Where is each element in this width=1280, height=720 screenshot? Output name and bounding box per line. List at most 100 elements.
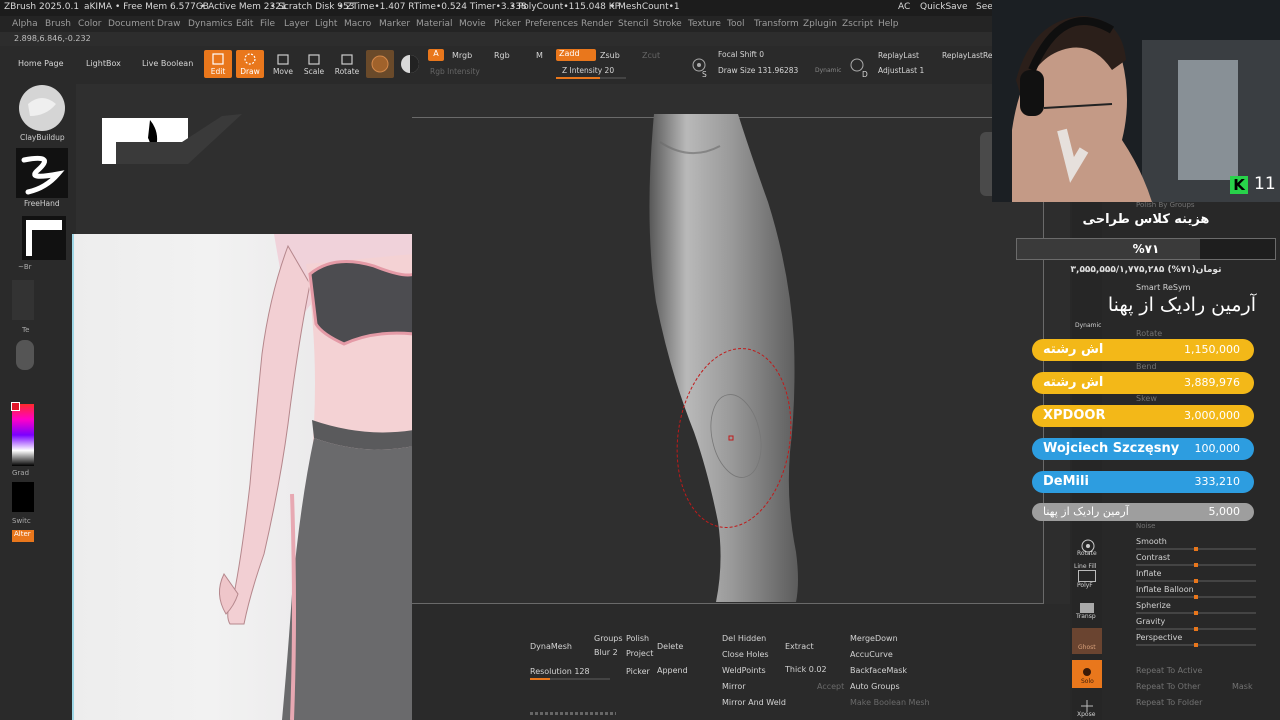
xpose-icon[interactable] — [1078, 698, 1096, 712]
menu-item-document[interactable]: Document — [108, 19, 155, 29]
stroke-thumbnail[interactable] — [16, 148, 68, 198]
groups-toggle[interactable]: Groups — [594, 634, 623, 643]
menu-item-brush[interactable]: Brush — [45, 19, 71, 29]
deform-spherize[interactable]: Spherize — [1136, 601, 1171, 610]
dynamic-toggle[interactable]: Dynamic — [815, 67, 841, 74]
edit-button[interactable]: Edit — [204, 50, 232, 78]
polish-by-groups[interactable]: Polish By Groups — [1136, 201, 1195, 209]
secondary-color-swatch[interactable] — [12, 482, 34, 512]
weld-points-button[interactable]: WeldPoints — [722, 666, 766, 675]
quicksave-button[interactable]: QuickSave — [920, 2, 968, 12]
menu-item-material[interactable]: Material — [416, 19, 453, 29]
deform-inflate[interactable]: Inflate — [1136, 569, 1161, 578]
rgb-intensity-slider[interactable]: Rgb Intensity — [430, 67, 480, 76]
deform-inflate-balloon[interactable]: Inflate Balloon — [1136, 585, 1194, 594]
picker-button[interactable]: Picker — [626, 667, 650, 676]
contrast-slider[interactable] — [1136, 563, 1256, 567]
deform-rotate[interactable]: Rotate — [1136, 329, 1162, 338]
append-button[interactable]: Append — [657, 666, 688, 675]
deform-smooth[interactable]: Smooth — [1136, 537, 1167, 546]
repeat-to-folder[interactable]: Repeat To Folder — [1136, 698, 1202, 707]
menu-item-dynamics[interactable]: Dynamics — [188, 19, 232, 29]
zadd-button[interactable]: Zadd — [556, 49, 596, 61]
home-page-button[interactable]: Home Page — [18, 59, 64, 68]
z-intensity-slider[interactable]: Z Intensity 20 — [562, 66, 614, 75]
project-toggle[interactable]: Project — [626, 649, 653, 658]
rotate-button[interactable]: Rotate — [333, 50, 361, 78]
rgb-button[interactable]: Rgb — [494, 51, 510, 60]
alpha-thumbnail[interactable] — [22, 216, 66, 260]
menu-item-edit[interactable]: Edit — [236, 19, 253, 29]
smooth-slider[interactable] — [1136, 547, 1256, 551]
polish-toggle[interactable]: Polish — [626, 634, 649, 643]
perspective-slider[interactable] — [1136, 643, 1256, 647]
material-swatch[interactable] — [366, 50, 394, 78]
gravity-slider[interactable] — [1136, 627, 1256, 631]
del-hidden-button[interactable]: Del Hidden — [722, 634, 766, 643]
menu-item-macro[interactable]: Macro — [344, 19, 371, 29]
lightbox-button[interactable]: LightBox — [86, 59, 121, 68]
replay-last-rel-button[interactable]: ReplayLastRel — [942, 51, 995, 60]
replay-last-button[interactable]: ReplayLast — [878, 51, 919, 60]
brush-thumbnail[interactable] — [16, 84, 68, 136]
zcut-button[interactable]: Zcut — [642, 51, 660, 60]
menu-item-zscript[interactable]: Zscript — [842, 19, 873, 29]
mask-toggle[interactable]: Mask — [1232, 682, 1253, 691]
merge-down-button[interactable]: MergeDown — [850, 634, 898, 643]
inflate-balloon-slider[interactable] — [1136, 595, 1256, 599]
accept-button[interactable]: Accept — [817, 682, 844, 691]
close-holes-button[interactable]: Close Holes — [722, 650, 769, 659]
live-boolean-button[interactable]: Live Boolean — [142, 59, 193, 68]
make-boolean-mesh-button[interactable]: Make Boolean Mesh — [850, 698, 930, 707]
resolution-slider[interactable]: Resolution 128 — [530, 667, 590, 676]
accu-curve-toggle[interactable]: AccuCurve — [850, 650, 893, 659]
main-color-swatch[interactable] — [11, 402, 20, 411]
material-thumbnail[interactable] — [16, 340, 34, 370]
transp-icon[interactable] — [1080, 603, 1094, 613]
alternate-button[interactable]: Alter — [12, 530, 34, 542]
repeat-to-other[interactable]: Repeat To Other — [1136, 682, 1200, 691]
m-button[interactable]: M — [536, 51, 543, 60]
menu-item-render[interactable]: Render — [581, 19, 613, 29]
scale-button[interactable]: Scale — [301, 50, 327, 78]
menu-item-alpha[interactable]: Alpha — [12, 19, 38, 29]
deform-bend[interactable]: Bend — [1136, 362, 1157, 371]
move-button[interactable]: Move — [270, 50, 296, 78]
deform-skew[interactable]: Skew — [1136, 394, 1157, 403]
deform-contrast[interactable]: Contrast — [1136, 553, 1170, 562]
menu-item-transform[interactable]: Transform — [754, 19, 799, 29]
deform-perspective[interactable]: Perspective — [1136, 633, 1182, 642]
a-toggle[interactable]: A — [428, 49, 444, 61]
draw-button[interactable]: Draw — [236, 50, 264, 78]
zsub-button[interactable]: Zsub — [600, 51, 620, 60]
auto-groups-button[interactable]: Auto Groups — [850, 682, 900, 691]
line-fill-label[interactable]: Line Fill — [1074, 563, 1096, 570]
repeat-to-active[interactable]: Repeat To Active — [1136, 666, 1202, 675]
switch-color-label[interactable]: Switc — [12, 517, 31, 525]
menu-item-light[interactable]: Light — [315, 19, 337, 29]
deform-noise[interactable]: Noise — [1136, 522, 1155, 530]
menu-item-file[interactable]: File — [260, 19, 275, 29]
menu-item-stencil[interactable]: Stencil — [618, 19, 648, 29]
menu-item-color[interactable]: Color — [78, 19, 102, 29]
palette-scroll-handle[interactable] — [530, 712, 616, 715]
menu-item-layer[interactable]: Layer — [284, 19, 309, 29]
menu-item-texture[interactable]: Texture — [688, 19, 721, 29]
spherize-slider[interactable] — [1136, 611, 1256, 615]
mirror-button[interactable]: Mirror — [722, 682, 746, 691]
focal-shift-slider[interactable]: Focal Shift 0 — [718, 50, 764, 59]
polyframe-icon[interactable] — [1078, 570, 1096, 582]
see-through-button[interactable]: See — [976, 2, 993, 12]
thick-slider[interactable]: Thick 0.02 — [785, 665, 827, 674]
mirror-and-weld-button[interactable]: Mirror And Weld — [722, 698, 786, 707]
draw-size-slider[interactable]: Draw Size 131.96283 — [718, 66, 798, 75]
backface-mask-toggle[interactable]: BackfaceMask — [850, 666, 907, 675]
mrgb-button[interactable]: Mrgb — [452, 51, 472, 60]
dynamic-icon-label[interactable]: Dynamic — [1075, 322, 1101, 329]
delete-button[interactable]: Delete — [657, 642, 683, 651]
menu-item-help[interactable]: Help — [878, 19, 899, 29]
menu-item-marker[interactable]: Marker — [379, 19, 410, 29]
deform-gravity[interactable]: Gravity — [1136, 617, 1165, 626]
inflate-slider[interactable] — [1136, 579, 1256, 583]
menu-item-stroke[interactable]: Stroke — [653, 19, 682, 29]
